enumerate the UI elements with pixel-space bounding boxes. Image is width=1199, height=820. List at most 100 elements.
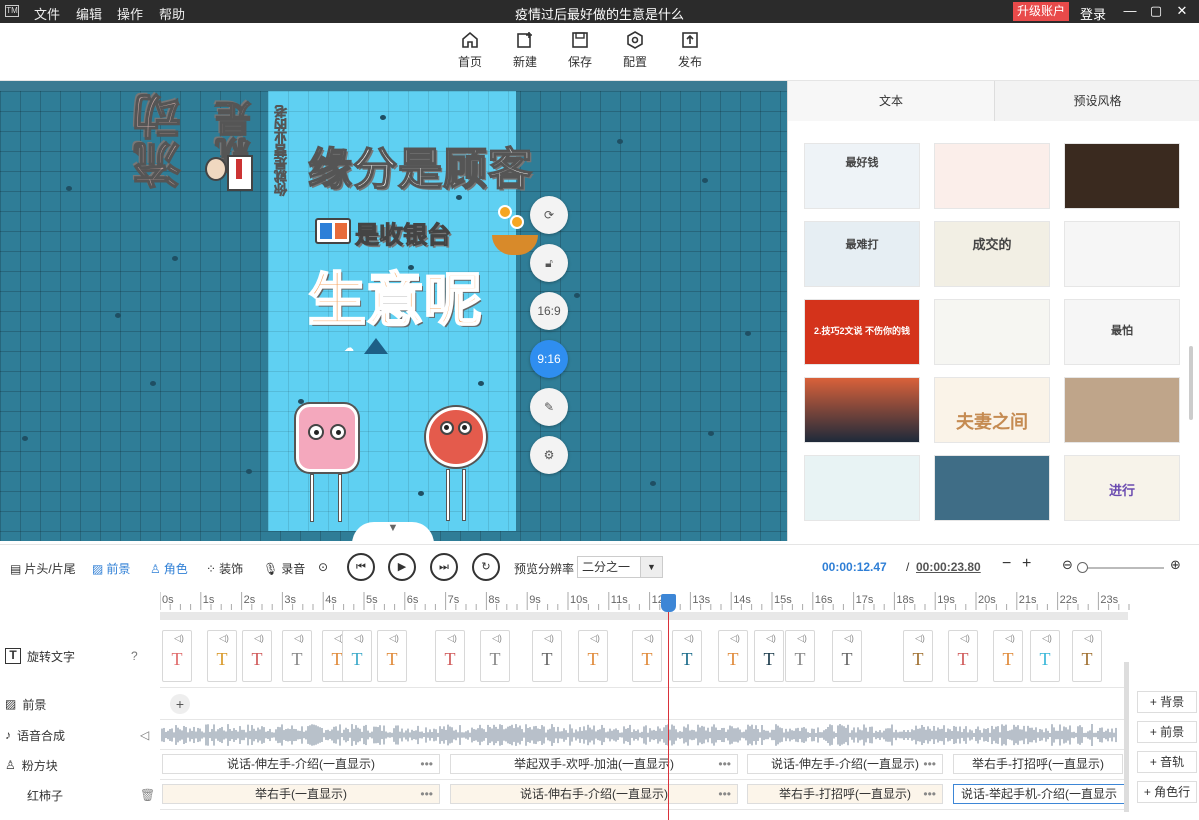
- add-role-row-button[interactable]: + 角色行: [1137, 781, 1197, 803]
- rotate-button[interactable]: ⟳: [530, 196, 568, 234]
- right-panel-scrollbar[interactable]: [1189, 346, 1193, 420]
- template-thumb[interactable]: [1064, 221, 1180, 287]
- template-thumb[interactable]: 最好钱: [804, 143, 920, 209]
- action-clip[interactable]: 举右手(一直显示) •••: [162, 784, 440, 804]
- playhead-handle[interactable]: [661, 594, 676, 612]
- action-clip[interactable]: 说话-伸右手-介绍(一直显示) •••: [450, 784, 738, 804]
- text-clip[interactable]: ◁) T: [1072, 630, 1102, 682]
- template-thumb[interactable]: [934, 143, 1050, 209]
- foreground-label: 前景: [106, 562, 131, 576]
- edit-button[interactable]: ✎: [530, 388, 568, 426]
- more-button[interactable]: ⊙: [318, 560, 328, 574]
- maximize-icon[interactable]: ▢: [1148, 3, 1164, 19]
- text-clip[interactable]: ◁) T: [785, 630, 815, 682]
- template-thumb[interactable]: 进行: [1064, 455, 1180, 521]
- text-clip[interactable]: ◁) T: [832, 630, 862, 682]
- publish-button[interactable]: 发布: [668, 31, 712, 70]
- timeline-ruler[interactable]: 0s1s2s3s4s5s6s7s8s9s10s11s12s13s14s15s16…: [159, 590, 1171, 626]
- text-clip[interactable]: ◁) T: [672, 630, 702, 682]
- help-icon[interactable]: ?: [131, 649, 138, 663]
- add-audio-track-button[interactable]: + 音轨: [1137, 751, 1197, 773]
- template-thumb[interactable]: [934, 455, 1050, 521]
- minimize-icon[interactable]: —: [1122, 3, 1138, 19]
- template-thumb[interactable]: [1064, 377, 1180, 443]
- add-foreground-button[interactable]: + 前景: [1137, 721, 1197, 743]
- template-thumb[interactable]: 成交的: [934, 221, 1050, 287]
- text-clip[interactable]: ◁) T: [578, 630, 608, 682]
- home-button[interactable]: 首页: [448, 31, 492, 70]
- text-clip[interactable]: ◁) T: [435, 630, 465, 682]
- play-button[interactable]: ▶: [388, 553, 416, 581]
- text-clip[interactable]: ◁) T: [532, 630, 562, 682]
- text-clip[interactable]: ◁) T: [993, 630, 1023, 682]
- text-clip[interactable]: ◁) T: [242, 630, 272, 682]
- text-clip[interactable]: ◁) T: [718, 630, 748, 682]
- resolution-select[interactable]: 二分之一 ▼: [577, 556, 663, 578]
- action-clip[interactable]: 举右手-打招呼(一直显示) •••: [747, 784, 943, 804]
- template-thumb[interactable]: 2.技巧2文说 不伤你的钱: [804, 299, 920, 365]
- action-clip[interactable]: 说话-伸左手-介绍(一直显示) •••: [747, 754, 943, 774]
- close-icon[interactable]: ✕: [1174, 3, 1190, 19]
- add-background-button[interactable]: + 背景: [1137, 691, 1197, 713]
- action-clip[interactable]: 举起双手-欢呼-加油(一直显示) •••: [450, 754, 738, 774]
- time-plus-button[interactable]: +: [1022, 555, 1031, 573]
- record-button[interactable]: 🎙︎ 录音: [263, 560, 305, 577]
- role-button[interactable]: ♙ 角色: [150, 560, 188, 577]
- text-clip[interactable]: ◁) T: [480, 630, 510, 682]
- time-minus-button[interactable]: −: [1002, 555, 1011, 573]
- timeline-scrollbar[interactable]: [1124, 662, 1129, 812]
- upgrade-button[interactable]: 升级账户: [1013, 2, 1070, 21]
- save-button[interactable]: 保存: [558, 31, 602, 70]
- text-clip[interactable]: ◁) T: [1030, 630, 1060, 682]
- foreground-button[interactable]: ▨ 前景: [92, 560, 130, 577]
- text-clip[interactable]: ◁) T: [377, 630, 407, 682]
- text-clip[interactable]: ◁) T: [162, 630, 192, 682]
- unlock-button[interactable]: 🔓︎: [530, 244, 568, 282]
- template-thumb[interactable]: 最怕: [1064, 299, 1180, 365]
- add-foreground-icon[interactable]: +: [170, 694, 190, 714]
- prev-button[interactable]: ⏮: [347, 553, 375, 581]
- main-title-text[interactable]: 缘分是顾客: [307, 133, 533, 197]
- action-clip[interactable]: 举右手-打招呼(一直显示): [953, 754, 1123, 774]
- zoom-slider[interactable]: [1080, 567, 1164, 569]
- trash-icon[interactable]: 🗑︎: [140, 788, 155, 802]
- template-thumb[interactable]: [804, 455, 920, 521]
- template-thumb[interactable]: 夫妻之间: [934, 377, 1050, 443]
- head-tail-button[interactable]: ▤ 片头/片尾: [10, 560, 76, 577]
- business-text[interactable]: 生意呢: [307, 253, 483, 337]
- config-button[interactable]: 配置: [613, 31, 657, 70]
- text-clip[interactable]: ◁) T: [207, 630, 237, 682]
- text-clip[interactable]: ◁) T: [948, 630, 978, 682]
- zoom-out-icon[interactable]: ⊖: [1062, 557, 1073, 573]
- canvas-settings-button[interactable]: ⚙: [530, 436, 568, 474]
- template-thumb[interactable]: [934, 299, 1050, 365]
- text-clip[interactable]: ◁) T: [632, 630, 662, 682]
- ratio-9-16-button[interactable]: 9:16: [530, 340, 568, 378]
- tab-text[interactable]: 文本: [788, 81, 994, 121]
- text-clip[interactable]: ◁) T: [342, 630, 372, 682]
- template-thumb[interactable]: 最难打: [804, 221, 920, 287]
- text-clip[interactable]: ◁) T: [903, 630, 933, 682]
- template-thumb[interactable]: [1064, 143, 1180, 209]
- new-button[interactable]: 新建: [503, 31, 547, 70]
- replay-button[interactable]: ↻: [472, 553, 500, 581]
- text-clip[interactable]: ◁) T: [282, 630, 312, 682]
- speaker-icon[interactable]: ◁: [140, 728, 149, 742]
- decor-button[interactable]: ⁘ 装饰: [206, 560, 243, 577]
- action-clip[interactable]: 说话-伸左手-介绍(一直显示) •••: [162, 754, 440, 774]
- action-clip-selected[interactable]: 说话-举起手机-介绍(一直显示: [953, 784, 1125, 804]
- tab-preset-style[interactable]: 预设风格: [994, 81, 1199, 121]
- cashier-text[interactable]: 是收银台: [355, 215, 452, 250]
- zoom-in-icon[interactable]: ⊕: [1170, 557, 1181, 573]
- template-thumb[interactable]: [804, 377, 920, 443]
- next-button[interactable]: ⏭: [430, 553, 458, 581]
- character-pink-square[interactable]: [292, 396, 374, 526]
- zoom-slider-handle[interactable]: [1077, 562, 1088, 573]
- collapse-panel-button[interactable]: ▼: [352, 522, 434, 544]
- preview-canvas[interactable]: 流动 就是 你就是营业的老 缘分是顾客 是收银台 生意呢 ☁ ⟳ 🔓︎ 16:9…: [0, 81, 787, 541]
- text-clip[interactable]: ◁) T: [754, 630, 784, 682]
- login-button[interactable]: 登录: [1080, 4, 1106, 23]
- ratio-16-9-button[interactable]: 16:9: [530, 292, 568, 330]
- audio-waveform[interactable]: [160, 720, 1120, 750]
- character-red-persimmon[interactable]: [416, 399, 496, 529]
